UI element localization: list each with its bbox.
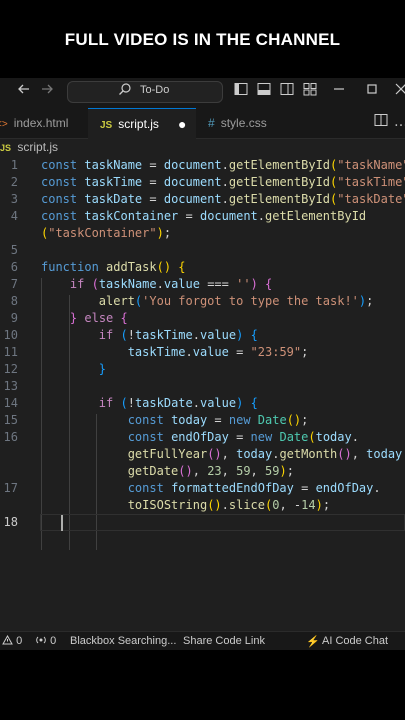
tab-style-css[interactable]: # style.css	[208, 108, 298, 138]
code-line: 13	[3, 379, 18, 393]
search-label: To-Do	[140, 84, 170, 96]
code-line: toISOString().slice(0, -14);	[127, 498, 331, 512]
warning-icon	[2, 634, 13, 645]
code-line: 3 const taskDate = document.getElementByI…	[10, 192, 405, 206]
code-line: 7 if (taskName.value === '') {	[10, 277, 273, 291]
tab-script-js[interactable]: JS script.js ●	[88, 108, 196, 139]
layout-panel-icon[interactable]	[255, 82, 273, 102]
unsaved-dot-icon[interactable]: ●	[178, 109, 186, 139]
code-line: 10 if (!taskTime.value) {	[3, 328, 258, 342]
js-file-icon: JS	[0, 143, 12, 153]
code-line: 14 if (!taskDate.value) {	[3, 396, 258, 410]
code-line: 17 const formattedEndOfDay = endOfDay.	[3, 481, 381, 495]
code-line: 2 const taskTime = document.getElementByI…	[10, 175, 405, 189]
minimize-icon[interactable]	[330, 82, 348, 102]
js-file-icon: JS	[100, 120, 113, 131]
blackbox-status[interactable]: Blackbox Searching...	[70, 635, 176, 647]
layout-sidebar-left-icon[interactable]	[232, 82, 250, 102]
code-editor[interactable]: 1 const taskName = document.getElementByI…	[0, 157, 405, 633]
css-file-icon: #	[208, 116, 215, 130]
layout-sidebar-right-icon[interactable]	[278, 82, 296, 102]
maximize-icon[interactable]	[363, 82, 381, 102]
code-line: 6 function addTask() {	[10, 260, 186, 274]
breadcrumb[interactable]: JS script.js	[0, 140, 58, 158]
code-line: 4 const taskContainer = document.getEleme…	[10, 209, 367, 223]
editor-tab-bar: <> index.html JS script.js ● # style.css …	[0, 108, 405, 139]
code-line: 1 const taskName = document.getElementByI…	[10, 158, 405, 172]
status-bar: 0 0 Blackbox Searching... Share Code Lin…	[0, 631, 405, 650]
code-line: 15 const today = new Date();	[3, 413, 309, 427]
search-icon	[118, 82, 132, 100]
arrow-left-icon[interactable]	[15, 82, 33, 102]
vscode-window: To-Do <> index.html JS script.js ●	[0, 78, 405, 650]
customize-layout-icon[interactable]	[301, 82, 319, 102]
code-line: getDate(), 23, 59, 59);	[127, 464, 294, 478]
code-line: 12 }	[3, 362, 107, 376]
ai-code-chat[interactable]: AI Code Chat	[322, 635, 388, 647]
broadcast-icon	[36, 636, 46, 644]
split-editor-icon[interactable]	[372, 113, 390, 133]
tab-label: script.js	[118, 117, 159, 131]
code-line: ("taskContainer");	[41, 226, 172, 240]
code-line: 5	[10, 243, 18, 257]
tab-label: style.css	[220, 116, 267, 130]
breadcrumb-file[interactable]: script.js	[17, 140, 58, 154]
ai-chat-icon[interactable]: ⚡	[306, 635, 320, 648]
code-line: 16 const endOfDay = new Date(today.	[3, 430, 359, 444]
html-file-icon: <>	[0, 119, 8, 130]
tab-index-html[interactable]: <> index.html	[0, 108, 78, 138]
more-actions-icon[interactable]: …	[392, 112, 405, 132]
text-cursor	[61, 515, 63, 531]
tab-label: index.html	[13, 116, 69, 130]
arrow-right-icon[interactable]	[38, 82, 56, 102]
video-banner: FULL VIDEO IS IN THE CHANNEL	[0, 0, 405, 78]
close-icon[interactable]	[392, 82, 405, 102]
ports-indicator[interactable]: 0	[35, 635, 56, 647]
problems-indicator[interactable]: 0	[2, 634, 22, 647]
code-line: 9 } else {	[10, 311, 128, 325]
code-line: 11 taskTime.value = "23:59";	[3, 345, 309, 359]
code-line: 8 alert('You forgot to type the task!');	[10, 294, 374, 308]
code-line: getFullYear(), today.getMonth(), today.	[127, 447, 405, 461]
share-code-link[interactable]: Share Code Link	[183, 635, 265, 647]
banner-text: FULL VIDEO IS IN THE CHANNEL	[64, 30, 341, 49]
title-bar: To-Do	[0, 78, 405, 108]
